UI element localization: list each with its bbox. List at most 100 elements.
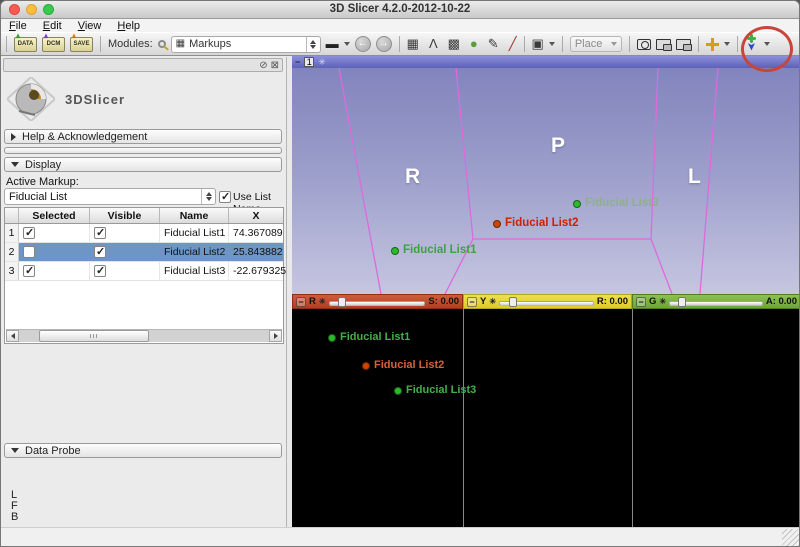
modules-combo-spinner[interactable]	[305, 36, 320, 52]
table-row[interactable]: 1 Fiducial List1 74.367089	[5, 224, 283, 243]
red-slice-offset-slider[interactable]	[328, 296, 426, 307]
view-3d-pin-icon[interactable]: ✳	[318, 57, 326, 68]
markups-module-icon[interactable]: Λ	[429, 37, 438, 51]
annotations-module-icon[interactable]: ✎	[488, 37, 499, 51]
fiducial-dot[interactable]	[573, 200, 581, 208]
load-dicom-button[interactable]: DCM ▴	[42, 31, 65, 52]
load-data-arrow-icon: ▴	[16, 30, 21, 40]
crosshair-dropdown-icon[interactable]	[723, 42, 730, 46]
help-acknowledgement-section[interactable]: Help & Acknowledgement	[4, 129, 282, 144]
selected-checkbox[interactable]	[23, 264, 35, 277]
selected-checkbox[interactable]	[23, 226, 35, 239]
menu-view[interactable]: View	[78, 20, 102, 32]
name-column-header[interactable]: Name	[160, 208, 229, 223]
models-module-icon[interactable]: ●	[470, 37, 478, 51]
menu-help[interactable]: Help	[117, 20, 140, 32]
ruler-module-icon[interactable]: ╱	[509, 37, 517, 51]
selected-column-header[interactable]: Selected	[19, 208, 90, 223]
module-search-icon[interactable]	[157, 40, 166, 48]
toolbar-separator	[561, 36, 563, 52]
red-slice-letter: R	[309, 296, 316, 307]
display-section[interactable]: Display	[4, 157, 282, 172]
save-button[interactable]: SAVE ▴	[70, 31, 93, 52]
scrollbar-track[interactable]	[19, 330, 269, 342]
menu-file[interactable]: File	[9, 20, 27, 32]
view-3d-canvas[interactable]: R P L Fiducial List1 Fiducial List2 Fidu…	[292, 68, 799, 294]
scene-view-capture-icon[interactable]	[655, 38, 672, 51]
fiducial-name-cell[interactable]: Fiducial List1	[160, 224, 229, 242]
crosshair-icon[interactable]	[705, 37, 719, 51]
module-forward-button[interactable]: →	[375, 36, 392, 52]
scroll-left-arrow[interactable]	[6, 330, 19, 342]
fiducial-dot[interactable]	[362, 362, 370, 370]
place-mode-combobox[interactable]: Place	[569, 36, 622, 52]
fiducial-x-cell[interactable]: 25.843882	[229, 243, 283, 261]
main-toolbar: DATA ▴ DCM ▴ SAVE ▴ Modules: ▦ Markups ▬…	[1, 31, 799, 56]
yellow-slice-minimize-button[interactable]: −	[467, 296, 477, 307]
fiducial-dot[interactable]	[394, 387, 402, 395]
active-markup-combobox[interactable]: Fiducial List	[4, 188, 216, 205]
modules-combobox[interactable]: ▦ Markups	[170, 35, 321, 53]
x-column-header[interactable]: X	[229, 208, 283, 223]
visible-checkbox[interactable]	[94, 245, 106, 258]
view-3d-header: − 1 ✳	[292, 56, 799, 68]
scene-view-restore-icon[interactable]	[675, 38, 692, 51]
fiducial-dot[interactable]	[391, 247, 399, 255]
view-3d[interactable]: − 1 ✳ R P L Fiducial List1 Fiducial List…	[292, 56, 799, 294]
red-slice-bar: − R ✳ S: 0.00	[292, 294, 463, 309]
fiducial-mode-dropdown-icon[interactable]	[763, 42, 770, 46]
probe-axis-b: B	[11, 511, 19, 523]
green-slice-pin-icon[interactable]: ✳	[659, 297, 666, 306]
title-bar[interactable]: 3D Slicer 4.2.0-2012-10-22	[1, 1, 799, 19]
table-row[interactable]: 2 Fiducial List2 25.843882	[5, 243, 283, 262]
expanded-arrow-icon	[11, 162, 19, 167]
table-horizontal-scrollbar[interactable]	[6, 329, 282, 342]
selected-checkbox[interactable]	[23, 246, 35, 258]
module-history-icon[interactable]: ▬	[326, 37, 339, 51]
home-module-icon[interactable]: ▦	[407, 37, 419, 51]
yellow-slice-offset-slider[interactable]	[499, 296, 594, 307]
fiducial-dot[interactable]	[328, 334, 336, 342]
slider-thumb[interactable]	[508, 296, 517, 307]
fiducial-dot[interactable]	[493, 220, 501, 228]
visible-checkbox[interactable]	[94, 226, 106, 239]
menu-edit[interactable]: Edit	[43, 20, 62, 32]
place-fiducial-mode-icon[interactable]: ➤	[745, 35, 759, 53]
fiducial-name-cell[interactable]: Fiducial List2	[160, 243, 229, 261]
layout-button-icon[interactable]: ▣	[532, 37, 544, 51]
volumes-module-icon[interactable]: ▩	[448, 37, 460, 51]
visible-checkbox[interactable]	[94, 264, 106, 277]
scroll-right-arrow[interactable]	[269, 330, 282, 342]
visible-column-header[interactable]: Visible	[90, 208, 160, 223]
screenshot-camera-icon[interactable]	[636, 38, 651, 50]
green-slice-offset-slider[interactable]	[669, 296, 763, 307]
load-data-button[interactable]: DATA ▴	[14, 31, 37, 52]
data-probe-section[interactable]: Data Probe	[4, 443, 282, 458]
slider-thumb[interactable]	[338, 296, 347, 307]
yellow-slice-pin-icon[interactable]: ✳	[489, 297, 496, 306]
panel-close-icon[interactable]: ⊠	[271, 60, 279, 71]
module-panel: ⊘ ⊠ 3DSlicer Help & Acknowledgement Disp…	[1, 57, 287, 529]
fiducial-x-cell[interactable]: 74.367089	[229, 224, 283, 242]
history-dropdown-icon[interactable]	[343, 42, 350, 46]
green-slice-minimize-button[interactable]: −	[636, 296, 646, 307]
table-row[interactable]: 3 Fiducial List3 -22.679325	[5, 262, 286, 281]
red-slice-minimize-button[interactable]: −	[296, 296, 306, 307]
fiducial-label: Fiducial List1	[340, 331, 411, 343]
layout-dropdown-icon[interactable]	[548, 42, 555, 46]
module-back-button[interactable]: ←	[354, 36, 371, 52]
toolbar-separator	[100, 36, 101, 52]
active-markup-spinner[interactable]	[201, 189, 215, 204]
fiducial-x-cell[interactable]: -22.679325	[229, 262, 286, 280]
view-3d-minimize-button[interactable]: −	[295, 57, 300, 67]
resize-grip[interactable]	[782, 529, 799, 546]
slider-thumb[interactable]	[678, 296, 687, 307]
fiducial-name-cell[interactable]: Fiducial List3	[160, 262, 229, 280]
slice-viewports[interactable]: Fiducial List1 Fiducial List2 Fiducial L…	[292, 309, 799, 529]
viewport-divider	[632, 309, 633, 529]
slicer-logo	[7, 77, 55, 121]
use-list-name-checkbox[interactable]	[219, 190, 231, 203]
red-slice-pin-icon[interactable]: ✳	[319, 297, 326, 306]
panel-float-icon[interactable]: ⊘	[259, 60, 267, 71]
scrollbar-thumb[interactable]	[39, 330, 149, 342]
